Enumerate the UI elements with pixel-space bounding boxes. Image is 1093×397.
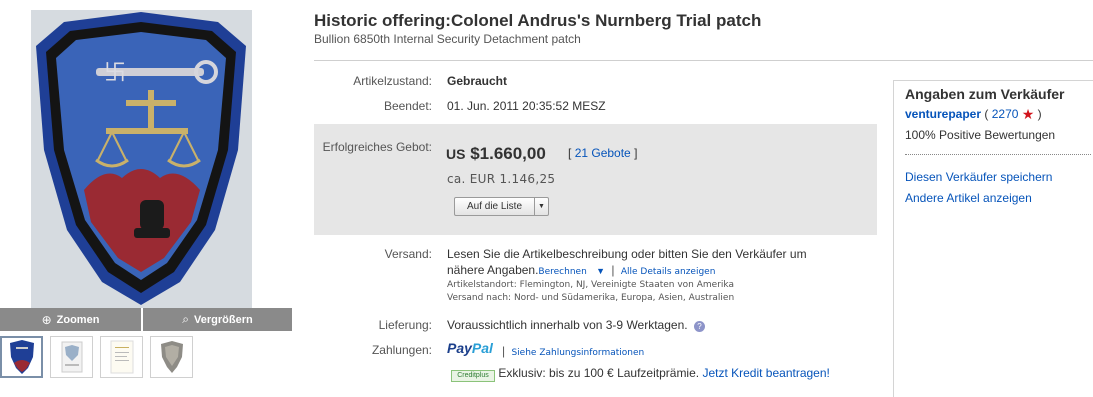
patch-small-thumbnail-icon <box>160 341 183 373</box>
apply-credit-link[interactable]: Jetzt Kredit beantragen! <box>702 366 829 380</box>
help-icon[interactable]: ? <box>693 321 705 332</box>
seller-name-row: venturepaper ( 2270 ★ ) <box>905 107 1042 121</box>
price-value: $1.660,00 <box>470 144 546 163</box>
seller-name-link[interactable]: venturepaper <box>905 107 981 121</box>
payment-separator: | <box>502 344 506 358</box>
shipping-text-line1: Lesen Sie die Artikelbeschreibung oder b… <box>447 247 807 261</box>
payment-info-row: | Siehe Zahlungsinformationen <box>502 344 644 358</box>
thumbnail-2[interactable] <box>50 336 93 378</box>
enlarge-button[interactable]: ⌕ Vergrößern <box>143 308 292 331</box>
thumbnail-1[interactable] <box>0 336 43 378</box>
seller-panel-title: Angaben zum Verkäufer <box>905 86 1065 102</box>
zoom-label: Zoomen <box>56 313 100 326</box>
add-to-watchlist-button[interactable]: Auf die Liste ▼ <box>454 197 549 216</box>
paypal-logo-part1: Pay <box>447 340 472 356</box>
caret-down-icon[interactable]: ▼ <box>596 266 605 276</box>
chevron-down-icon[interactable]: ▼ <box>534 198 548 215</box>
item-title: Historic offering:Colonel Andrus's Nurnb… <box>314 11 762 30</box>
thumbnail-3[interactable] <box>100 336 143 378</box>
credit-offer: Creditplus Exklusiv: bis zu 100 € Laufze… <box>451 366 830 382</box>
final-price: US $1.660,00 <box>446 144 546 164</box>
shipping-text-line2: nähere Angaben. <box>447 263 539 277</box>
approx-price: ca. EUR 1.146,25 <box>447 172 556 186</box>
thumbnail-4[interactable] <box>150 336 193 378</box>
payment-label: Zahlungen: <box>371 343 432 357</box>
main-item-image[interactable]: 卐 <box>0 0 292 308</box>
svg-text:卐: 卐 <box>104 61 126 86</box>
feedback-close-paren: ) <box>1037 107 1042 121</box>
patch-front-thumbnail-icon <box>9 340 34 374</box>
bid-history-link[interactable]: 21 Gebote <box>575 146 631 160</box>
seller-info-panel: Angaben zum Verkäufer venturepaper ( 227… <box>893 80 1093 397</box>
winning-bid-label: Erfolgreiches Gebot: <box>322 140 432 154</box>
paypal-logo-part2: Pal <box>471 340 493 356</box>
ended-label: Beendet: <box>383 99 432 113</box>
price-currency: US <box>446 146 466 162</box>
image-zoom-bar: ⊕ Zoomen ⌕ Vergrößern <box>0 308 292 331</box>
ships-to: Versand nach: Nord- und Südamerika, Euro… <box>447 293 735 303</box>
shipping-text-line2-row: nähere Angaben.Berechnen ▼ | Alle Detail… <box>447 263 715 277</box>
patch-back-thumbnail-icon <box>61 341 82 373</box>
bid-bracket-open: [ <box>568 146 572 160</box>
item-subtitle: Bullion 6850th Internal Security Detachm… <box>314 32 581 46</box>
credit-offer-text: Exklusiv: bis zu 100 € Laufzeitprämie. <box>498 366 700 380</box>
star-icon: ★ <box>1021 106 1035 122</box>
zoom-button[interactable]: ⊕ Zoomen <box>0 308 141 331</box>
ended-value: 01. Jun. 2011 20:35:52 MESZ <box>447 99 606 113</box>
shipping-label: Versand: <box>384 247 432 261</box>
other-items-link[interactable]: Andere Artikel anzeigen <box>905 191 1032 205</box>
thumbnail-strip <box>0 336 193 378</box>
delivery-estimate: Voraussichtlich innerhalb von 3-9 Werkta… <box>447 318 688 332</box>
calculate-shipping-link[interactable]: Berechnen <box>538 267 586 277</box>
feedback-open-paren: ( <box>984 107 989 121</box>
payment-info-link[interactable]: Siehe Zahlungsinformationen <box>511 348 644 358</box>
crosshair-icon: ⊕ <box>41 312 52 327</box>
positive-feedback: 100% Positive Bewertungen <box>905 128 1056 142</box>
condition-label: Artikelzustand: <box>353 74 432 88</box>
magnifier-icon: ⌕ <box>182 312 190 326</box>
save-seller-link[interactable]: Diesen Verkäufer speichern <box>905 170 1052 184</box>
delivery-label: Lieferung: <box>378 318 432 332</box>
condition-value: Gebraucht <box>447 74 508 88</box>
seller-divider <box>905 154 1091 155</box>
watchlist-label: Auf die Liste <box>466 201 523 212</box>
feedback-score-link[interactable]: 2270 <box>992 107 1019 121</box>
title-divider <box>314 60 1093 61</box>
item-page: 卐 ⊕ Zoomen ⌕ Vergrößern Historic offerin… <box>0 0 1093 397</box>
letter-thumbnail-icon <box>110 340 133 374</box>
all-details-link[interactable]: Alle Details anzeigen <box>621 267 716 277</box>
paypal-logo: PayPal <box>447 340 493 356</box>
patch-image: 卐 <box>36 12 246 305</box>
shipping-separator: | <box>611 263 615 277</box>
bid-count: [ 21 Gebote ] <box>568 146 637 160</box>
creditplus-badge: Creditplus <box>451 370 495 382</box>
enlarge-label: Vergrößern <box>194 313 253 326</box>
delivery-value: Voraussichtlich innerhalb von 3-9 Werkta… <box>447 318 705 332</box>
item-location: Artikelstandort: Flemington, NJ, Vereini… <box>447 280 734 290</box>
bid-bracket-close: ] <box>634 146 638 160</box>
